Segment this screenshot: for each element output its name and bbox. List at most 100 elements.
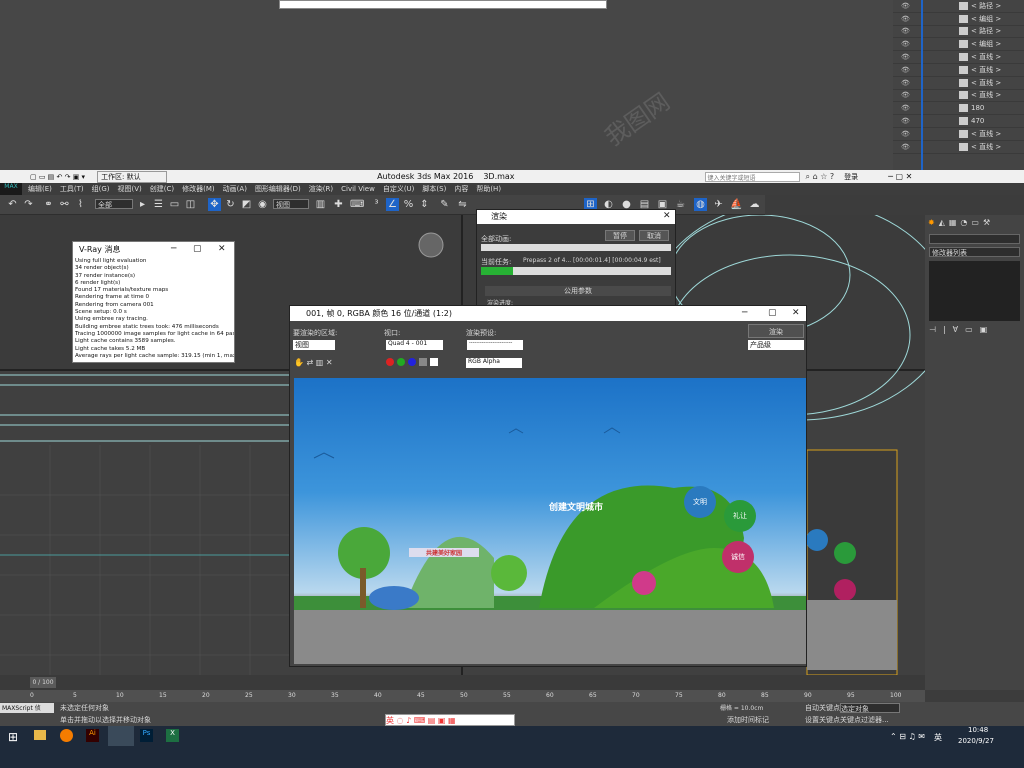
menu-item[interactable]: 图形编辑器(D) — [255, 184, 301, 194]
hierarchy-tab-icon[interactable]: ▦ — [949, 218, 957, 228]
scene-item[interactable]: 👁 < 直线 > — [893, 64, 1024, 77]
keyboard-shortcut-icon[interactable]: ⌨ — [350, 198, 364, 211]
scene-item[interactable]: 👁 < 编组 > — [893, 38, 1024, 52]
motion-tab-icon[interactable]: ◔ — [960, 218, 967, 228]
visibility-icon[interactable]: 👁 — [901, 104, 911, 112]
preset-select[interactable]: ------------------------ — [467, 340, 523, 350]
window-controls[interactable]: ─ ▢ ✕ — [888, 172, 912, 181]
pause-button[interactable]: 暂停 — [605, 230, 635, 241]
named-selection-icon[interactable]: ✎ — [438, 198, 451, 211]
key-filters-button[interactable]: 关键点过滤器... — [840, 715, 889, 725]
visibility-icon[interactable]: 👁 — [901, 91, 911, 99]
scale-icon[interactable]: ◩ — [240, 198, 253, 211]
add-time-tag[interactable]: 添加时间标记 — [727, 715, 769, 725]
menu-item[interactable]: 创建(C) — [150, 184, 174, 194]
search-input[interactable]: 键入关键字或短语 — [704, 171, 800, 182]
menu-item[interactable]: 编辑(E) — [28, 184, 52, 194]
ime-toolbar[interactable]: 英 ◌ ♪ ⌨ ▤ ▣ ▦ — [385, 714, 515, 726]
menu-item[interactable]: Civil View — [341, 185, 375, 193]
visibility-icon[interactable]: 👁 — [901, 117, 911, 125]
pivot-icon[interactable]: ▥ — [314, 198, 327, 211]
scene-item[interactable]: 👁 < 编组 > — [893, 13, 1024, 26]
explorer-icon[interactable] — [34, 730, 46, 740]
menu-item[interactable]: 组(G) — [92, 184, 110, 194]
scene-item[interactable]: 👁 470 — [893, 115, 1024, 128]
mono-channel-icon[interactable] — [430, 358, 438, 366]
blue-channel-icon[interactable] — [408, 358, 416, 366]
red-channel-icon[interactable] — [386, 358, 394, 366]
frame-minimize-button[interactable]: ─ — [742, 308, 747, 318]
visibility-icon[interactable]: 👁 — [901, 15, 911, 23]
quick-access-icons[interactable]: ▢ ▭ ▤ ↶ ↷ ▣ ▾ — [30, 173, 85, 181]
product-select[interactable]: 产品级 — [748, 340, 804, 350]
visibility-icon[interactable]: 👁 — [901, 143, 911, 151]
mirror-icon[interactable]: ⇋ — [456, 198, 469, 211]
viewport-select[interactable]: Quad 4 - 001 — [386, 340, 443, 350]
time-slider[interactable]: 0 / 100 — [0, 675, 925, 690]
viewcube-icon[interactable] — [420, 234, 442, 256]
a360-icon[interactable]: ☁ — [748, 198, 761, 211]
ime-indicator[interactable]: 英 — [934, 732, 942, 743]
select-by-name-icon[interactable]: ☰ — [152, 198, 165, 211]
start-icon[interactable]: ⊞ — [8, 730, 18, 744]
visibility-icon[interactable]: 👁 — [901, 79, 911, 87]
workspace-select[interactable]: 工作区: 默认 — [97, 170, 168, 183]
menu-item[interactable]: 视图(V) — [118, 184, 142, 194]
scene-item[interactable]: 👁 < 直线 > — [893, 77, 1024, 90]
menu-item[interactable]: 自定义(U) — [383, 184, 415, 194]
3dsmax-taskbar-icon[interactable] — [108, 726, 134, 746]
maxscript-listener[interactable]: MAXScript 侦 — [0, 703, 54, 713]
photoshop-icon[interactable]: Ps — [140, 729, 153, 742]
command-panel-tabs[interactable]: ✸ ◭ ▦ ◔ ▭ ⚒ — [925, 215, 1024, 231]
percent-snap-icon[interactable]: % — [402, 198, 415, 211]
common-params-rollout[interactable]: 公用参数 — [485, 286, 671, 296]
scene-explorer[interactable]: 👁 < 路径 > 👁 < 编组 > 👁 < 路径 > 👁 < 编组 > 👁 < 直线 > 👁 < 直线… — [893, 0, 1024, 170]
alpha-channel-icon[interactable] — [419, 358, 427, 366]
track-bar[interactable]: 0 5 10 15 20 25 30 35 40 45 50 55 60 65 70 75 80 85 90 95 10… — [0, 690, 925, 702]
place-icon[interactable]: ◉ — [256, 198, 269, 211]
modify-tab-icon[interactable]: ◭ — [939, 218, 945, 228]
login-button[interactable]: 登录 — [844, 172, 858, 182]
select-manipulate-icon[interactable]: ✚ — [332, 198, 345, 211]
scene-item[interactable]: 👁 < 直线 > — [893, 51, 1024, 64]
ref-coord-select[interactable]: 视图 — [273, 199, 309, 209]
scene-item[interactable]: 👁 < 路径 > — [893, 26, 1024, 39]
clock-date[interactable]: 2020/9/27 — [958, 737, 994, 745]
scene-item[interactable]: 👁 < 直线 > — [893, 90, 1024, 103]
modifier-stack[interactable] — [929, 261, 1020, 321]
redo-icon[interactable]: ↷ — [22, 198, 35, 211]
render-production-icon[interactable]: ◍ — [694, 198, 707, 211]
menu-item[interactable]: 内容 — [454, 184, 468, 194]
angle-snap-icon[interactable]: ∠ — [386, 198, 399, 211]
time-slider-thumb[interactable]: 0 / 100 — [30, 677, 56, 688]
visibility-icon[interactable]: 👁 — [901, 53, 911, 61]
cancel-button[interactable]: 取消 — [639, 230, 669, 241]
render-iterative-icon[interactable]: ✈ — [712, 198, 725, 211]
link-icon[interactable]: ⚭ — [42, 198, 55, 211]
create-tab-icon[interactable]: ✸ — [928, 218, 935, 228]
display-tab-icon[interactable]: ▭ — [971, 218, 979, 228]
green-channel-icon[interactable] — [397, 358, 405, 366]
object-name-field[interactable] — [929, 234, 1020, 244]
render-button[interactable]: 渲染 — [748, 324, 804, 338]
tray-icons[interactable]: ⌃ ⊟ ♫ ✉ — [890, 732, 925, 741]
scene-item[interactable]: 👁 180 — [893, 102, 1024, 116]
help-icons[interactable]: ⌕ ⌂ ☆ ? — [806, 172, 835, 182]
undo-icon[interactable]: ↶ — [6, 198, 19, 211]
visibility-icon[interactable]: 👁 — [901, 27, 911, 35]
rendering-progress-window[interactable]: 渲染 ✕ 全部动画: 暂停 取消 当前任务: Prepass 2 of 4...… — [476, 209, 676, 309]
menu-item[interactable]: 脚本(S) — [422, 184, 446, 194]
clock-time[interactable]: 10:48 — [968, 726, 988, 734]
menu-item[interactable]: 修改器(M) — [182, 184, 215, 194]
excel-icon[interactable]: X — [166, 729, 179, 742]
rect-select-icon[interactable]: ▭ — [168, 198, 181, 211]
scene-item[interactable]: 👁 < 直线 > — [893, 141, 1024, 154]
selected-select[interactable]: 选定对象 — [840, 703, 900, 713]
scene-item[interactable]: 👁 < 路径 > — [893, 0, 1024, 13]
unlink-icon[interactable]: ⚯ — [58, 198, 71, 211]
area-select[interactable]: 视图 — [293, 340, 335, 350]
visibility-icon[interactable]: 👁 — [901, 40, 911, 48]
bind-icon[interactable]: ⌇ — [74, 198, 87, 211]
spinner-snap-icon[interactable]: ⇕ — [418, 198, 431, 211]
minimize-button[interactable]: ─ — [171, 244, 176, 254]
